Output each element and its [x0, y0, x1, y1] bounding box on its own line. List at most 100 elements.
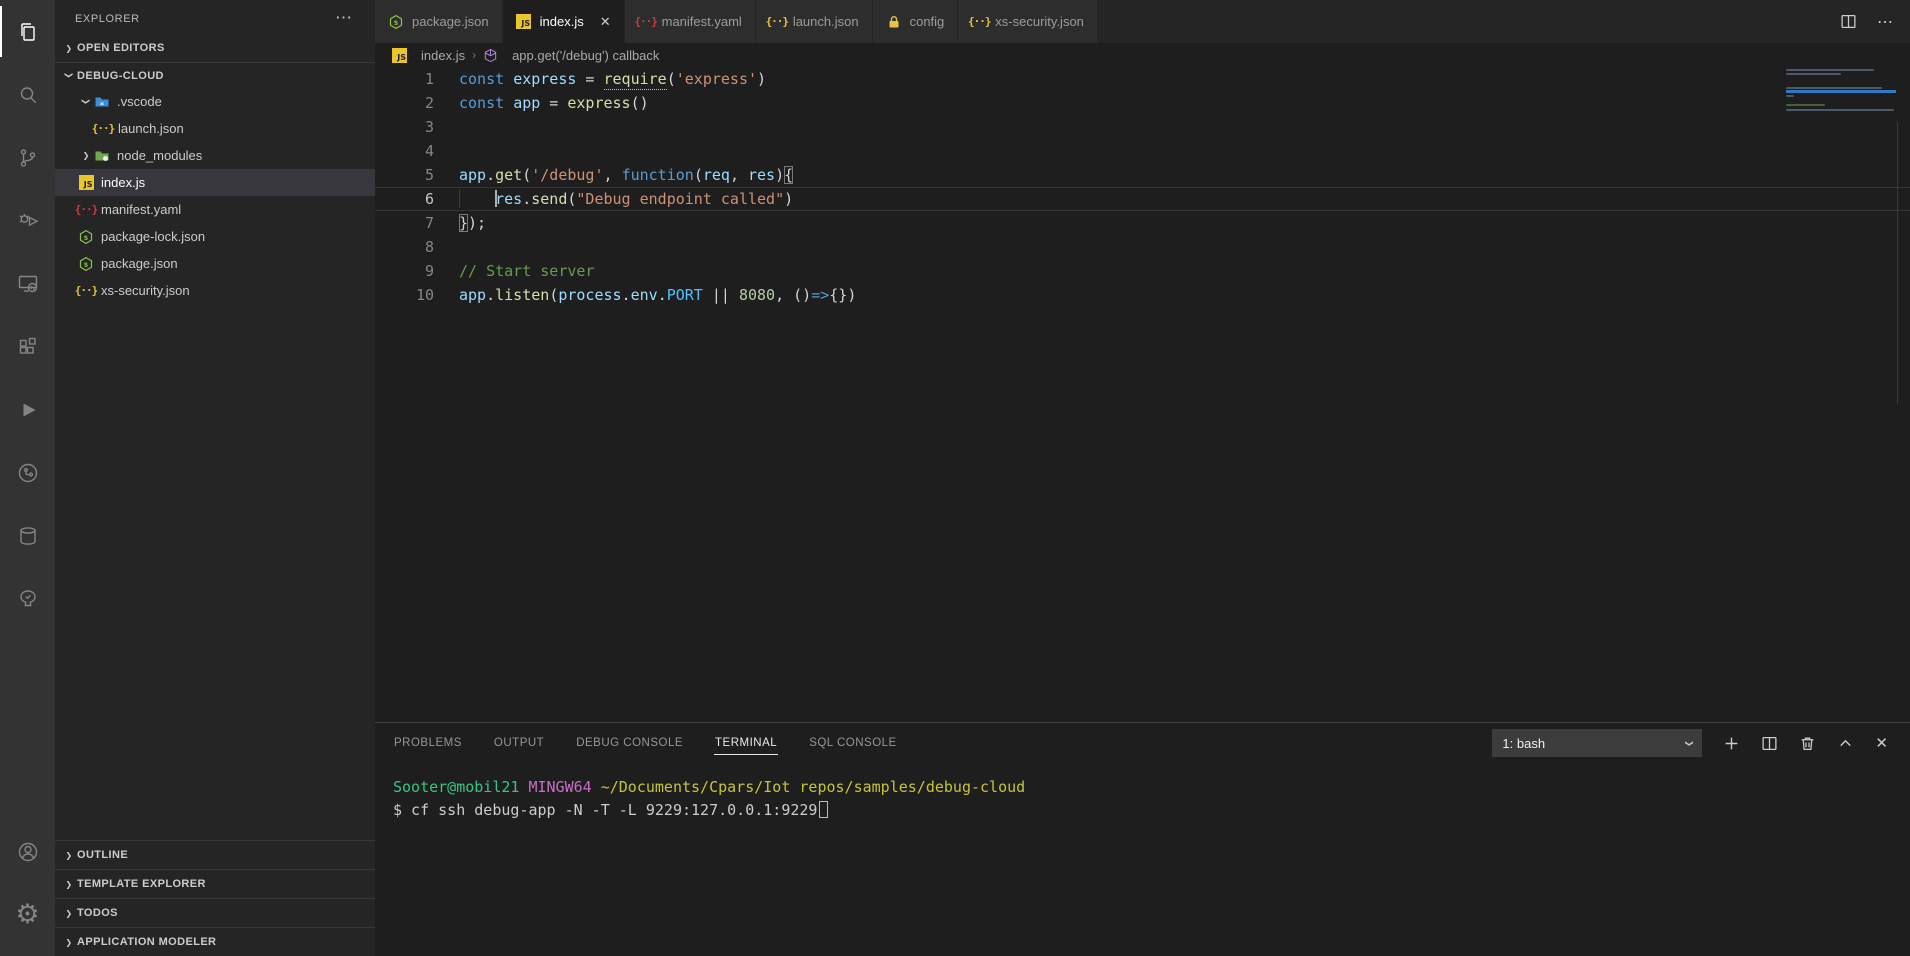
tree-item-manifest-yaml[interactable]: {··}manifest.yaml — [55, 196, 375, 223]
code-line-content[interactable] — [434, 115, 1910, 139]
database-icon[interactable] — [0, 504, 55, 567]
editor-actions: ⋯ — [1840, 0, 1910, 43]
terminal-output[interactable]: Sooter@mobil21 MINGW64 ~/Documents/Cpars… — [375, 763, 1910, 822]
code-line-7[interactable]: 7}); — [375, 211, 1910, 235]
run-debug-icon[interactable] — [0, 189, 55, 252]
tree-item-xs-security-json[interactable]: {··}xs-security.json — [55, 277, 375, 304]
section-todos[interactable]: ❯TODOS — [55, 898, 375, 927]
code-line-content[interactable]: const app = express() — [434, 91, 1910, 115]
minimap[interactable] — [1786, 69, 1896, 113]
tree-item-label: xs-security.json — [101, 283, 190, 298]
search-icon[interactable] — [0, 63, 55, 126]
tab-config[interactable]: config — [873, 0, 959, 43]
more-actions-icon[interactable]: ⋯ — [1877, 12, 1894, 32]
line-number: 8 — [375, 235, 434, 259]
tree-item-label: .vscode — [117, 94, 162, 109]
breadcrumb-symbol[interactable]: app.get('/debug') callback — [512, 48, 659, 63]
explorer-more-actions-icon[interactable]: ⋯ — [335, 8, 353, 28]
terminal-line: $ cf ssh debug-app -N -T -L 9229:127.0.0… — [393, 799, 1910, 822]
settings-gear-icon[interactable]: ⚙ — [0, 883, 55, 946]
section-label: APPLICATION MODELER — [77, 936, 216, 948]
tree-item-label: manifest.yaml — [101, 202, 181, 217]
tree-item-package-lock-json[interactable]: package-lock.json — [55, 223, 375, 250]
braces-gold-icon: {··} — [971, 14, 987, 30]
split-terminal-icon[interactable] — [1761, 735, 1778, 752]
code-line-10[interactable]: 10app.listen(process.env.PORT || 8080, (… — [375, 283, 1910, 307]
code-line-1[interactable]: 1const express = require('express') — [375, 67, 1910, 91]
project-section-debug-cloud[interactable]: ❯ DEBUG-CLOUD — [55, 62, 375, 88]
code-editor[interactable]: 1const express = require('express')2cons… — [375, 67, 1910, 307]
section-template-explorer[interactable]: ❯TEMPLATE EXPLORER — [55, 869, 375, 898]
remote-explorer-icon[interactable] — [0, 252, 55, 315]
code-line-content[interactable] — [434, 235, 1910, 259]
test-tree-icon[interactable] — [0, 567, 55, 630]
code-line-content[interactable]: app.listen(process.env.PORT || 8080, ()=… — [434, 283, 1910, 307]
close-panel-icon[interactable]: ✕ — [1875, 734, 1888, 752]
project-graph-icon[interactable] — [0, 441, 55, 504]
tab-manifest-yaml[interactable]: {··} manifest.yaml — [625, 0, 756, 43]
terminal-cursor — [819, 801, 828, 818]
braces-red-icon: {··} — [638, 14, 654, 30]
editor-group: package.jsonJSindex.js✕ {··} manifest.yaml… — [375, 0, 1910, 722]
code-line-content[interactable]: const express = require('express') — [434, 67, 1910, 91]
code-line-content[interactable]: }); — [434, 211, 1910, 235]
close-tab-icon[interactable]: ✕ — [600, 14, 611, 30]
code-line-content[interactable] — [434, 139, 1910, 163]
open-editors-section[interactable]: ❯ OPEN EDITORS — [55, 34, 375, 62]
code-line-4[interactable]: 4 — [375, 139, 1910, 163]
braces-gold-icon: {··} — [95, 121, 111, 137]
code-line-content[interactable]: res.send("Debug endpoint called") — [434, 187, 1910, 211]
code-line-6[interactable]: 6 res.send("Debug endpoint called") — [375, 187, 1910, 211]
tree-item-package-json[interactable]: package.json — [55, 250, 375, 277]
tab-index-js[interactable]: JSindex.js✕ — [503, 0, 625, 43]
breadcrumb-separator: › — [472, 48, 476, 62]
tree-item-index-js[interactable]: JSindex.js — [55, 169, 375, 196]
kill-terminal-trash-icon[interactable] — [1799, 735, 1816, 752]
code-line-2[interactable]: 2const app = express() — [375, 91, 1910, 115]
code-line-5[interactable]: 5app.get('/debug', function(req, res){ — [375, 163, 1910, 187]
minimap-line — [1786, 78, 1896, 80]
tree-item-node-modules[interactable]: ❯node_modules — [55, 142, 375, 169]
sidebar-title: EXPLORER — [55, 0, 375, 25]
panel-tab-problems[interactable]: PROBLEMS — [393, 732, 463, 754]
node-hex-icon — [388, 14, 404, 30]
chevron-right-icon: ❯ — [61, 42, 77, 55]
minimap-line — [1786, 69, 1874, 71]
code-line-9[interactable]: 9// Start server — [375, 259, 1910, 283]
panel-header: PROBLEMS OUTPUT DEBUG CONSOLE TERMINAL SQL C… — [375, 723, 1910, 763]
account-icon[interactable] — [0, 820, 55, 883]
panel-tab-sql-console[interactable]: SQL CONSOLE — [808, 732, 898, 754]
folder-vscode-icon — [94, 94, 110, 110]
panel-tab-debug-console[interactable]: DEBUG CONSOLE — [575, 732, 684, 754]
breadcrumb-file[interactable]: index.js — [421, 48, 465, 63]
maximize-panel-chevron-icon[interactable] — [1837, 735, 1854, 752]
js-icon: JS — [78, 175, 94, 191]
run-icon[interactable] — [0, 378, 55, 441]
line-number: 9 — [375, 259, 434, 283]
breadcrumb[interactable]: JS index.js › app.get('/debug') callback — [375, 43, 1910, 67]
tab-xs-security-json[interactable]: {··}xs-security.json — [958, 0, 1098, 43]
panel-tab-output[interactable]: OUTPUT — [493, 732, 545, 754]
panel-tab-terminal[interactable]: TERMINAL — [714, 732, 778, 755]
section-application-modeler[interactable]: ❯APPLICATION MODELER — [55, 927, 375, 956]
code-line-8[interactable]: 8 — [375, 235, 1910, 259]
line-number: 5 — [375, 163, 434, 187]
scrollbar[interactable] — [1897, 122, 1898, 404]
split-editor-icon[interactable] — [1840, 13, 1857, 30]
tree-item--vscode[interactable]: ❯.vscode — [55, 88, 375, 115]
tab-package-json[interactable]: package.json — [375, 0, 503, 43]
terminal-selector[interactable]: 1: bash ❯ — [1492, 729, 1702, 757]
new-terminal-icon[interactable] — [1723, 735, 1740, 752]
terminal-selector-value: 1: bash — [1502, 736, 1545, 751]
section-outline[interactable]: ❯OUTLINE — [55, 840, 375, 869]
tree-item-label: node_modules — [117, 148, 202, 163]
code-line-content[interactable]: app.get('/debug', function(req, res){ — [434, 163, 1910, 187]
tree-item-launch-json[interactable]: {··}launch.json — [55, 115, 375, 142]
code-line-3[interactable]: 3 — [375, 115, 1910, 139]
extensions-icon[interactable] — [0, 315, 55, 378]
source-control-icon[interactable] — [0, 126, 55, 189]
tab-label: manifest.yaml — [662, 14, 742, 29]
explorer-icon[interactable] — [0, 0, 55, 63]
tab-launch-json[interactable]: {··}launch.json — [756, 0, 873, 43]
code-line-content[interactable]: // Start server — [434, 259, 1910, 283]
